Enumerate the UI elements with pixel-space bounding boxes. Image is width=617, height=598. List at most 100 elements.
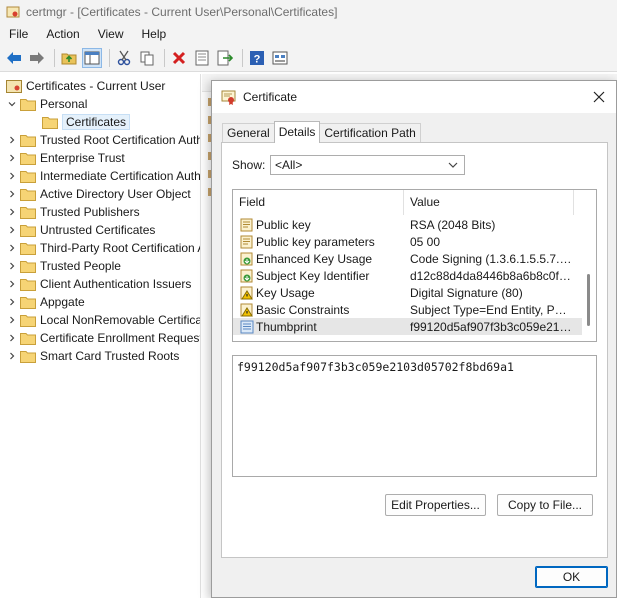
- field-value-textbox[interactable]: f99120d5af907f3b3c059e2103d05702f8bd69a1: [232, 355, 597, 477]
- tree-item[interactable]: Trusted Root Certification Authorities: [6, 131, 200, 149]
- chevron-right-icon[interactable]: [6, 224, 18, 236]
- field-value: Subject Type=End Entity, Pat...: [410, 302, 572, 317]
- up-one-level-button[interactable]: [59, 48, 79, 68]
- cut-button[interactable]: [114, 48, 134, 68]
- chevron-right-icon[interactable]: [6, 170, 18, 182]
- chevron-right-icon[interactable]: [6, 332, 18, 344]
- chevron-right-icon[interactable]: [6, 152, 18, 164]
- copy-to-file-button[interactable]: Copy to File...: [497, 494, 593, 516]
- column-header-value[interactable]: Value: [404, 190, 574, 215]
- window-title: certmgr - [Certificates - Current User\P…: [26, 5, 338, 19]
- folder-icon: [20, 242, 36, 255]
- field-value: d12c88d4da8446b8a6b8c0fe9...: [410, 268, 572, 283]
- tree-item-label: Certificates: [62, 114, 131, 130]
- cert-field-icon: [240, 218, 253, 231]
- tab-general[interactable]: General: [222, 123, 275, 143]
- field-name: Thumbprint: [256, 319, 317, 334]
- field-row[interactable]: Thumbprint f99120d5af907f3b3c059e210...: [233, 318, 583, 335]
- field-value: Code Signing (1.3.6.1.5.5.7.3.3): [410, 251, 572, 266]
- chevron-down-icon[interactable]: [6, 98, 18, 110]
- forward-button[interactable]: [27, 48, 47, 68]
- console-tree[interactable]: Certificates - Current User Personal Cer…: [0, 74, 201, 598]
- tree-item-label: Personal: [40, 97, 88, 111]
- svg-text:?: ?: [254, 53, 261, 65]
- chevron-right-icon[interactable]: [6, 278, 18, 290]
- help-button[interactable]: ?: [247, 48, 267, 68]
- menu-view[interactable]: View: [89, 27, 133, 41]
- tree-item[interactable]: Intermediate Certification Authorities: [6, 167, 200, 185]
- properties-button[interactable]: [192, 48, 212, 68]
- field-row[interactable]: Public key parameters 05 00: [233, 233, 583, 250]
- fields-list-header: Field Value: [233, 190, 596, 215]
- tree-item[interactable]: Appgate: [6, 293, 200, 311]
- folder-icon: [20, 332, 36, 345]
- tree-item[interactable]: Trusted People: [6, 257, 200, 275]
- menu-file[interactable]: File: [0, 27, 37, 41]
- view-button[interactable]: [270, 48, 290, 68]
- menu-action[interactable]: Action: [37, 27, 88, 41]
- toolbar-separator: [54, 48, 55, 67]
- tree-item-personal[interactable]: Personal: [6, 95, 200, 113]
- tree-item[interactable]: Trusted Publishers: [6, 203, 200, 221]
- tab-certification-path[interactable]: Certification Path: [319, 123, 421, 143]
- fields-list[interactable]: Field Value Public key RSA (2048 Bits) Pub…: [232, 189, 597, 342]
- tree-item[interactable]: Active Directory User Object: [6, 185, 200, 203]
- tree-item-label: Active Directory User Object: [40, 187, 191, 201]
- tree-item[interactable]: Enterprise Trust: [6, 149, 200, 167]
- export-icon: [217, 50, 233, 65]
- tree-item[interactable]: Smart Card Trusted Roots: [6, 347, 200, 365]
- tree-item-label: Client Authentication Issuers: [40, 277, 192, 291]
- chevron-right-icon[interactable]: [6, 188, 18, 200]
- tree-item[interactable]: Untrusted Certificates: [6, 221, 200, 239]
- tree-root-label: Certificates - Current User: [26, 79, 166, 93]
- delete-button[interactable]: [169, 48, 189, 68]
- tree-item-label: Trusted Publishers: [40, 205, 140, 219]
- chevron-right-icon[interactable]: [6, 134, 18, 146]
- close-button[interactable]: [590, 88, 608, 106]
- toolbar-separator: [109, 48, 110, 67]
- tab-details[interactable]: Details: [273, 121, 321, 143]
- chevron-right-icon[interactable]: [6, 242, 18, 254]
- tree-item-label: Trusted Root Certification Authorities: [40, 133, 200, 147]
- details-panel: Show: <All> Field Value Public key RSA (2…: [221, 142, 608, 558]
- tree-root[interactable]: Certificates - Current User: [4, 77, 200, 95]
- field-row[interactable]: Basic Constraints Subject Type=End Entity…: [233, 301, 583, 318]
- tree-item[interactable]: Client Authentication Issuers: [6, 275, 200, 293]
- field-row[interactable]: Subject Key Identifier d12c88d4da8446b8a6…: [233, 267, 583, 284]
- delete-icon: [172, 51, 186, 64]
- tree-item-personal-certificates[interactable]: Certificates: [40, 113, 200, 131]
- chevron-right-icon[interactable]: [6, 296, 18, 308]
- scrollbar-thumb[interactable]: [587, 274, 590, 326]
- tree-item[interactable]: Local NonRemovable Certificates: [6, 311, 200, 329]
- chevron-right-icon[interactable]: [6, 206, 18, 218]
- field-row[interactable]: Public key RSA (2048 Bits): [233, 216, 583, 233]
- folder-icon: [20, 206, 36, 219]
- field-name: Subject Key Identifier: [256, 268, 370, 283]
- tree-item[interactable]: Third-Party Root Certification Authoriti…: [6, 239, 200, 257]
- show-hide-console-tree-button[interactable]: [82, 47, 102, 68]
- toolbar: ?: [0, 44, 617, 72]
- chevron-right-icon[interactable]: [6, 260, 18, 272]
- certificate-icon: [221, 90, 236, 105]
- copy-button[interactable]: [137, 48, 157, 68]
- edit-properties-button[interactable]: Edit Properties...: [385, 494, 486, 516]
- field-row[interactable]: Enhanced Key Usage Code Signing (1.3.6.1.…: [233, 250, 583, 267]
- back-button[interactable]: [4, 48, 24, 68]
- chevron-right-icon[interactable]: [6, 314, 18, 326]
- extension-icon: [240, 269, 253, 282]
- fields-list-scrollbar[interactable]: [582, 190, 596, 341]
- field-value: f99120d5af907f3b3c059e210...: [410, 319, 572, 334]
- folder-icon: [20, 224, 36, 237]
- menu-help[interactable]: Help: [133, 27, 176, 41]
- tree-item[interactable]: Certificate Enrollment Requests: [6, 329, 200, 347]
- folder-icon: [20, 296, 36, 309]
- certmgr-app-icon: [6, 6, 20, 18]
- show-filter-select[interactable]: <All>: [270, 155, 465, 175]
- export-list-button[interactable]: [215, 48, 235, 68]
- field-row[interactable]: Key Usage Digital Signature (80): [233, 284, 583, 301]
- column-header-field[interactable]: Field: [233, 190, 404, 215]
- tree-item-label: Untrusted Certificates: [40, 223, 156, 237]
- folder-icon: [20, 152, 36, 165]
- chevron-right-icon[interactable]: [6, 350, 18, 362]
- ok-button[interactable]: OK: [535, 566, 608, 588]
